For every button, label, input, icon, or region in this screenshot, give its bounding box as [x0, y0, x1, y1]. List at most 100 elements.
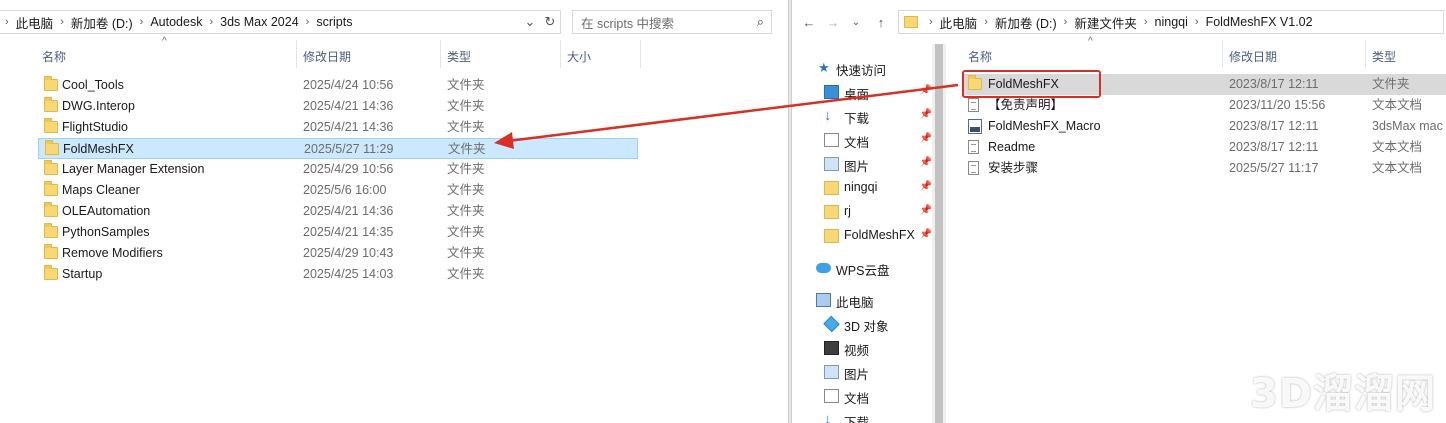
chevron-right-icon: ›: [60, 16, 64, 28]
nav-label: 视频: [844, 344, 870, 358]
breadcrumb-item[interactable]: Autodesk: [148, 15, 204, 29]
column-header-name[interactable]: 名称: [968, 44, 992, 68]
column-divider[interactable]: [440, 40, 441, 68]
breadcrumb-item[interactable]: scripts: [314, 15, 354, 29]
column-header-size[interactable]: 大小: [567, 44, 591, 68]
pin-icon[interactable]: 📌: [920, 133, 932, 144]
download-arrow-icon: ↓: [824, 107, 832, 124]
table-row[interactable]: FoldMeshFX_Macro 2023/8/17 12:11 3dsMax ma…: [962, 116, 1446, 137]
search-input[interactable]: 在 scripts 中搜索 ⌕: [572, 10, 772, 34]
chevron-right-icon: ›: [929, 16, 933, 28]
nav-scrollbar[interactable]: [932, 44, 946, 423]
pin-icon[interactable]: 📌: [920, 109, 932, 120]
nav-label: 图片: [844, 368, 870, 382]
address-bar[interactable]: › 此电脑 › 新加卷 (D:) › Autodesk › 3ds Max 20…: [0, 10, 561, 34]
file-type: 文件夹: [447, 204, 485, 218]
text-file-icon: [968, 140, 979, 154]
nav-item-ningqi[interactable]: ningqi 📌: [792, 177, 932, 199]
scrollbar-thumb[interactable]: [935, 44, 943, 423]
column-divider[interactable]: [296, 40, 297, 68]
modified-date: 2025/5/27 11:29: [304, 142, 394, 156]
navigation-pane: ★ 快速访问 桌面 📌 ↓ 下载 📌 文档 📌 图片 📌 ningqi 📌 rj…: [792, 44, 932, 423]
film-icon: [824, 341, 839, 355]
table-row[interactable]: Maps Cleaner 2025/5/6 16:00 文件夹: [38, 180, 638, 201]
table-row[interactable]: Layer Manager Extension 2025/4/29 10:56 文件…: [38, 159, 638, 180]
folder-icon: [824, 181, 839, 195]
modified-date: 2025/4/24 10:56: [303, 78, 394, 92]
table-row[interactable]: Cool_Tools 2025/4/24 10:56 文件夹: [38, 75, 638, 96]
table-row[interactable]: Remove Modifiers 2025/4/29 10:43 文件夹: [38, 243, 638, 264]
nav-item-documents[interactable]: 文档 📌: [792, 129, 932, 151]
table-row[interactable]: OLEAutomation 2025/4/21 14:36 文件夹: [38, 201, 638, 222]
file-type: 文本文档: [1372, 161, 1423, 175]
modified-date: 2023/11/20 15:56: [1229, 98, 1326, 112]
watermark-logo: 3D溜溜网: [1249, 371, 1436, 417]
chevron-right-icon: ›: [1143, 16, 1148, 28]
nav-item-foldmeshfx[interactable]: FoldMeshFX 📌: [792, 225, 932, 247]
file-name: Startup: [62, 267, 103, 281]
forward-arrow-icon[interactable]: →: [824, 12, 842, 32]
nav-item-downloads[interactable]: ↓ 下载 📌: [792, 105, 932, 127]
nav-label: 快速访问: [836, 64, 887, 78]
column-header-date[interactable]: 修改日期: [303, 44, 351, 68]
column-divider[interactable]: [1365, 40, 1366, 68]
breadcrumb-item[interactable]: 新加卷 (D:): [69, 13, 135, 32]
pin-icon[interactable]: 📌: [920, 85, 932, 96]
pin-icon[interactable]: 📌: [920, 181, 932, 192]
cube-3d-icon: [823, 315, 840, 333]
column-divider[interactable]: [560, 40, 561, 68]
breadcrumb-item[interactable]: 3ds Max 2024: [218, 15, 301, 29]
table-row[interactable]: 安装步骤 2025/5/27 11:17 文本文档: [962, 158, 1446, 179]
file-name: FoldMeshFX_Macro: [988, 119, 1101, 133]
column-header-date[interactable]: 修改日期: [1229, 44, 1277, 68]
nav-item-documents-pc[interactable]: 文档: [792, 385, 932, 407]
pin-icon[interactable]: 📌: [920, 205, 932, 216]
nav-quick-access[interactable]: ★ 快速访问: [792, 57, 932, 79]
table-row[interactable]: FoldMeshFX 2025/5/27 11:29 文件夹: [38, 138, 638, 159]
pin-icon[interactable]: 📌: [920, 229, 932, 240]
column-header-type[interactable]: 类型: [1372, 44, 1396, 68]
nav-item-3d-objects[interactable]: 3D 对象: [792, 313, 932, 335]
computer-icon: [816, 293, 831, 307]
table-row[interactable]: Readme 2023/8/17 12:11 文本文档: [962, 137, 1446, 158]
nav-item-pictures-pc[interactable]: 图片: [792, 361, 932, 383]
desktop-icon: [824, 85, 839, 99]
nav-item-this-pc[interactable]: 此电脑: [792, 289, 932, 311]
nav-item-desktop[interactable]: 桌面 📌: [792, 81, 932, 103]
chevron-right-icon: ›: [984, 16, 988, 28]
breadcrumb-item[interactable]: 此电脑: [14, 13, 56, 32]
breadcrumb-item[interactable]: 新建文件夹: [1072, 13, 1139, 32]
refresh-icon[interactable]: ↻: [541, 12, 559, 32]
column-divider[interactable]: [640, 40, 641, 68]
nav-item-rj[interactable]: rj 📌: [792, 201, 932, 223]
file-name: Remove Modifiers: [62, 246, 163, 260]
file-type: 文件夹: [1372, 77, 1410, 91]
table-row[interactable]: DWG.Interop 2025/4/21 14:36 文件夹: [38, 96, 638, 117]
breadcrumb-item[interactable]: FoldMeshFX V1.02: [1204, 15, 1315, 29]
star-icon: ★: [818, 60, 830, 75]
breadcrumb-item[interactable]: ningqi: [1153, 15, 1190, 29]
nav-label: 文档: [844, 392, 870, 406]
address-bar[interactable]: › 此电脑 › 新加卷 (D:) › 新建文件夹 › ningqi › Fold…: [898, 10, 1444, 34]
column-divider[interactable]: [1222, 40, 1223, 68]
back-arrow-icon[interactable]: ←: [800, 12, 818, 32]
column-header-name[interactable]: 名称: [42, 44, 66, 68]
pin-icon[interactable]: 📌: [920, 157, 932, 168]
breadcrumb-item[interactable]: 新加卷 (D:): [993, 13, 1059, 32]
file-type: 文本文档: [1372, 140, 1423, 154]
up-arrow-icon[interactable]: ↑: [872, 12, 890, 32]
nav-item-videos[interactable]: 视频: [792, 337, 932, 359]
table-row[interactable]: Startup 2025/4/25 14:03 文件夹: [38, 264, 638, 285]
column-header-type[interactable]: 类型: [447, 44, 471, 68]
modified-date: 2023/8/17 12:11: [1229, 77, 1319, 91]
table-row[interactable]: PythonSamples 2025/4/21 14:35 文件夹: [38, 222, 638, 243]
nav-item-downloads-pc[interactable]: ↓ 下载: [792, 409, 932, 423]
table-row[interactable]: FlightStudio 2025/4/21 14:36 文件夹: [38, 117, 638, 138]
recent-dropdown-icon[interactable]: ⌄: [847, 12, 865, 32]
breadcrumb-item[interactable]: 此电脑: [938, 13, 980, 32]
nav-item-wps-cloud[interactable]: WPS云盘: [792, 257, 932, 279]
modified-date: 2025/4/21 14:36: [303, 120, 394, 134]
dropdown-chevron-icon[interactable]: ⌄: [521, 12, 539, 32]
nav-item-pictures[interactable]: 图片 📌: [792, 153, 932, 175]
table-row[interactable]: 【免责声明】 2023/11/20 15:56 文本文档: [962, 95, 1446, 116]
